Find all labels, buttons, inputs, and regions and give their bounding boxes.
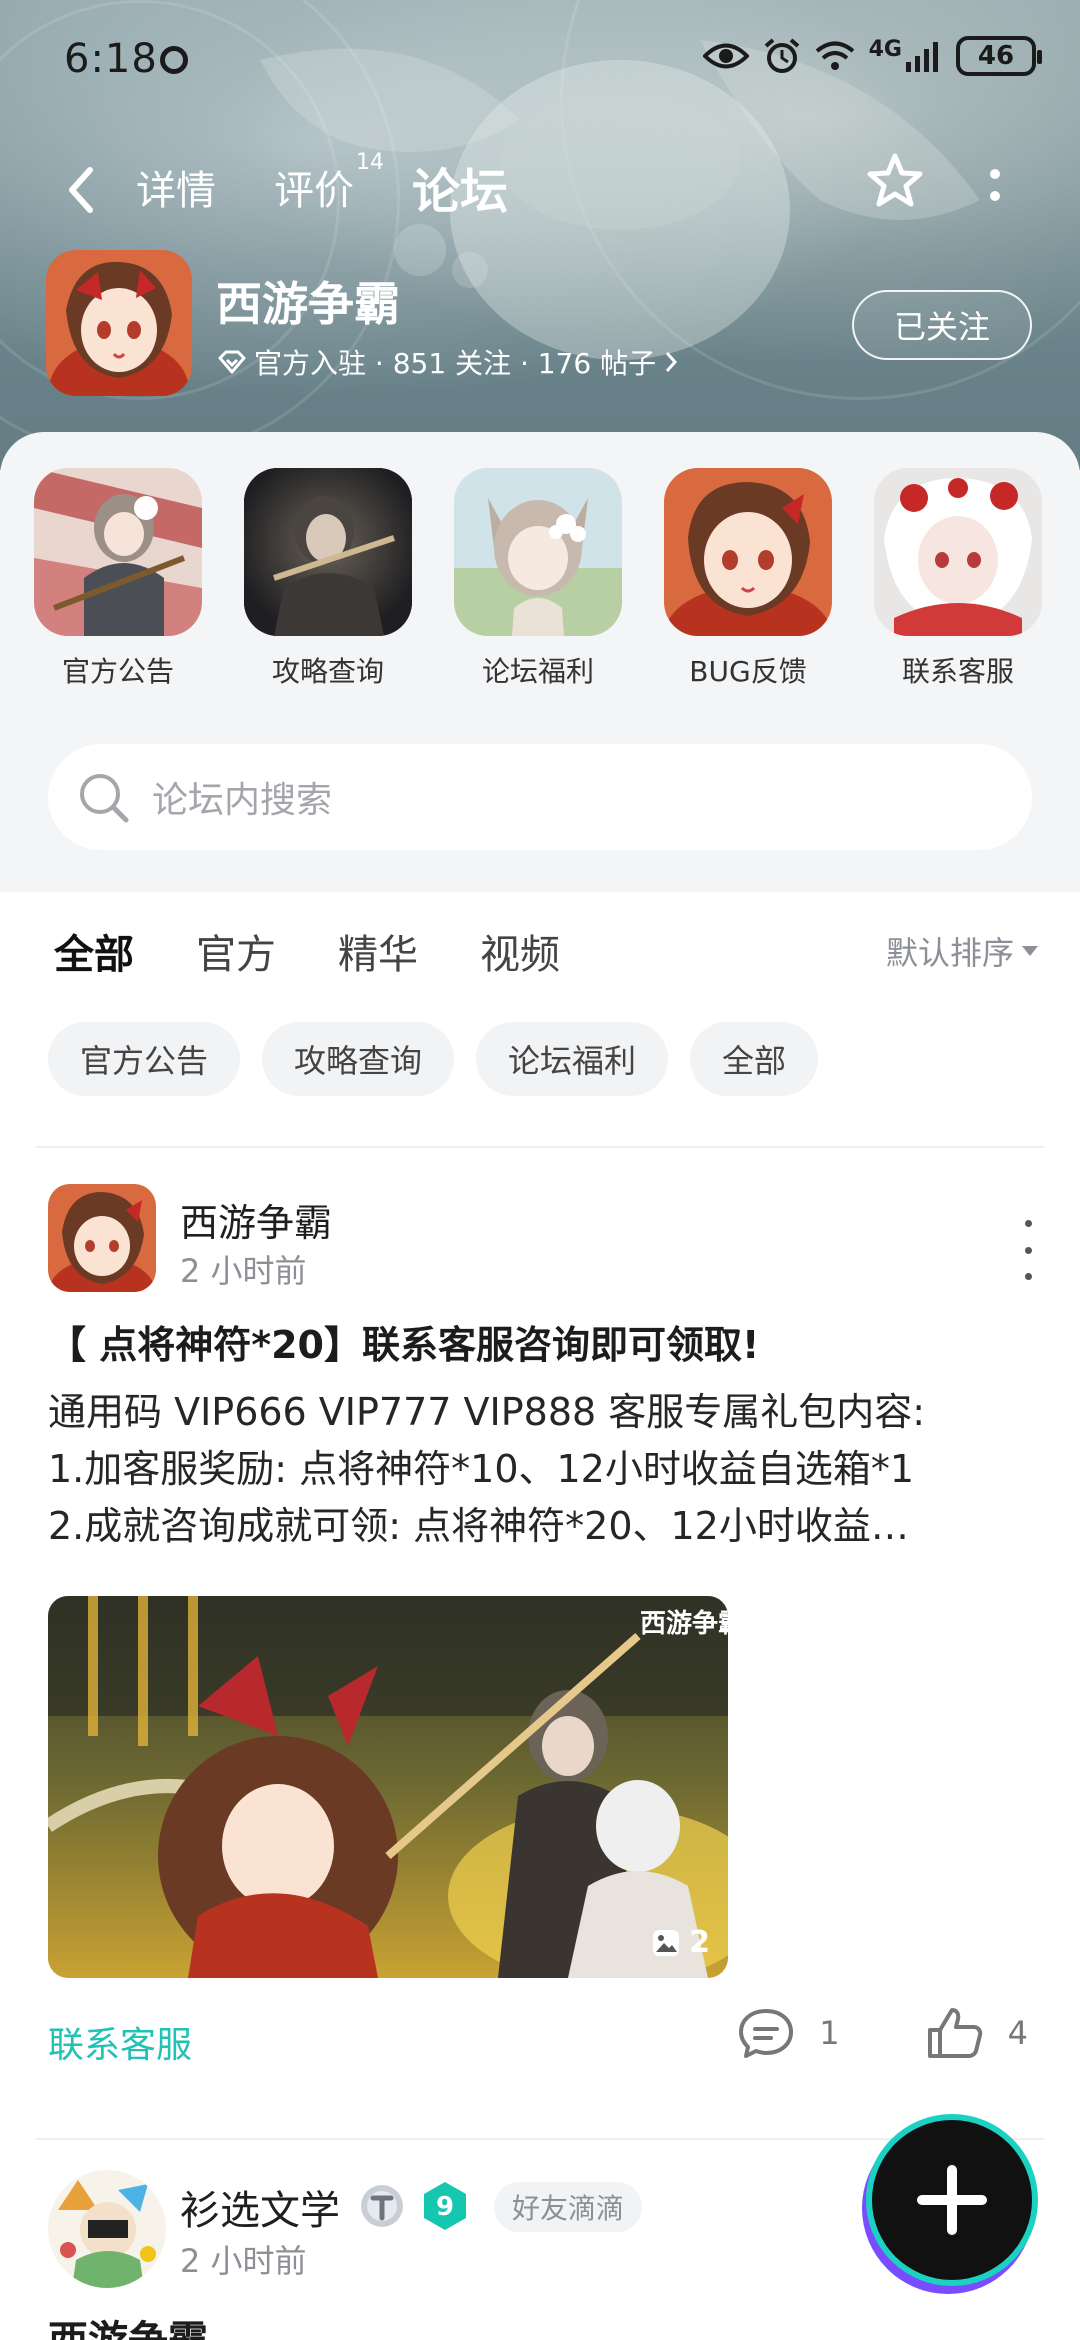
shortcut-official-notice[interactable]: 官方公告 — [34, 468, 202, 690]
plus-icon — [917, 2165, 987, 2235]
network-type: 4G — [868, 36, 902, 62]
tab-reviews-label: 评价 — [274, 168, 354, 214]
divider — [36, 2138, 1044, 2140]
shortcut-contact-support[interactable]: 联系客服 — [874, 468, 1042, 690]
feed-tabs: 全部 官方 精华 视频 — [54, 922, 560, 990]
tab-details[interactable]: 详情 — [136, 158, 216, 216]
caret-down-icon — [1022, 946, 1038, 956]
notification-dot-icon — [160, 46, 188, 74]
image-count: 2 — [689, 1925, 710, 1960]
shortcut-thumbnail — [454, 468, 622, 636]
comment-count: 1 — [819, 2014, 840, 2052]
post-title[interactable]: 西游争霸 — [48, 2308, 208, 2340]
favorite-button[interactable] — [862, 150, 928, 216]
post-actions: 1 4 — [737, 2006, 1028, 2060]
level-number: 9 — [436, 2192, 454, 2222]
chip-official-notice[interactable]: 官方公告 — [48, 1022, 241, 1096]
talent-badge-icon — [361, 2185, 403, 2227]
forum-shortcuts-panel: 官方公告 攻略查询 论坛福利 BUG反馈 联系客服 论坛内搜索 — [0, 432, 1080, 892]
shortcut-thumbnail — [34, 468, 202, 636]
feed-tab-all[interactable]: 全部 — [54, 922, 134, 990]
shortcut-label: BUG反馈 — [689, 655, 807, 688]
forum-feed: 全部 官方 精华 视频 默认排序 官方公告 攻略查询 论坛福利 全部 西游争霸 … — [0, 892, 1080, 2340]
post-author-name[interactable]: 西游争霸 — [180, 1192, 332, 1247]
shortcut-thumbnail — [244, 468, 412, 636]
image-gallery-icon — [653, 1929, 680, 1956]
level-badge-icon: 9 — [424, 2182, 466, 2230]
category-chips: 官方公告 攻略查询 论坛福利 全部 — [48, 1022, 819, 1096]
wifi-icon — [815, 41, 854, 70]
image-count-badge: 2 — [651, 1925, 710, 1960]
create-post-button[interactable] — [872, 2120, 1032, 2280]
shortcut-guide-search[interactable]: 攻略查询 — [244, 468, 412, 690]
battery-level: 46 — [977, 41, 1015, 71]
follow-button[interactable]: 已关注 — [852, 290, 1032, 360]
eye-icon — [702, 43, 749, 69]
signal-icon — [906, 42, 938, 72]
post-title[interactable]: 【 点将神符*20】联系客服咨询即可领取! — [48, 1314, 759, 1369]
shortcut-grid: 官方公告 攻略查询 论坛福利 BUG反馈 联系客服 — [34, 468, 1064, 690]
level-badge: 9 — [420, 2180, 470, 2232]
feed-tab-video[interactable]: 视频 — [480, 922, 560, 980]
top-nav: 详情 评价 14 论坛 — [0, 140, 1080, 240]
divider — [36, 1146, 1044, 1148]
back-button[interactable] — [56, 160, 106, 220]
post-body-line: 1.加客服奖励: 点将神符*10、12小时收益自选箱*1 — [48, 1447, 915, 1491]
forum-search-bar[interactable]: 论坛内搜索 — [48, 744, 1032, 850]
post-body-line: 通用码 VIP666 VIP777 VIP888 客服专属礼包内容: — [48, 1390, 926, 1434]
post-timestamp: 2 小时前 — [180, 2242, 307, 2280]
game-icon[interactable] — [46, 250, 192, 396]
thumbs-up-icon — [927, 2008, 982, 2058]
chevron-left-icon — [69, 167, 93, 213]
chip-forum-benefits[interactable]: 论坛福利 — [476, 1022, 669, 1096]
shortcut-label: 攻略查询 — [271, 655, 384, 688]
search-placeholder: 论坛内搜索 — [152, 780, 333, 821]
shortcut-forum-benefits[interactable]: 论坛福利 — [454, 468, 622, 690]
shortcut-thumbnail — [874, 468, 1042, 636]
feed-tab-featured[interactable]: 精华 — [338, 922, 418, 980]
chip-guide-search[interactable]: 攻略查询 — [262, 1022, 455, 1096]
status-time: 6:18 — [64, 36, 158, 82]
post-more-button[interactable] — [1018, 1220, 1038, 1280]
post-topic-tag[interactable]: 联系客服 — [48, 2016, 192, 2068]
post-body[interactable]: 通用码 VIP666 VIP777 VIP888 客服专属礼包内容: 1.加客服… — [48, 1384, 1048, 1555]
status-icons: 4G 46 — [702, 36, 1042, 76]
shortcut-thumbnail — [664, 468, 832, 636]
verified-diamond-icon — [218, 350, 246, 374]
like-button[interactable]: 4 — [926, 2006, 1028, 2060]
game-stats[interactable]: 官方入驻 · 851 关注 · 176 帖子 — [218, 342, 678, 382]
sort-dropdown[interactable]: 默认排序 — [886, 928, 1038, 974]
post-author-name[interactable]: 衫选文学 — [180, 2178, 340, 2236]
shortcut-label: 联系客服 — [901, 655, 1014, 688]
more-options-button[interactable] — [980, 160, 1010, 210]
friend-tag: 好友滴滴 — [494, 2182, 643, 2232]
alarm-icon — [764, 38, 799, 73]
tab-reviews[interactable]: 评价 14 — [274, 150, 384, 216]
shortcut-bug-report[interactable]: BUG反馈 — [664, 468, 832, 690]
post-timestamp: 2 小时前 — [180, 1252, 307, 1290]
post-body-line: 2.成就咨询成就可领: 点将神符*20、12小时收益… — [48, 1504, 909, 1548]
search-icon — [80, 774, 129, 823]
sort-label: 默认排序 — [885, 934, 1014, 972]
star-icon — [867, 153, 923, 207]
feed-tab-official[interactable]: 官方 — [196, 922, 276, 980]
author-avatar[interactable] — [48, 1184, 156, 1292]
chip-all[interactable]: 全部 — [690, 1022, 819, 1096]
like-count: 4 — [1007, 2014, 1028, 2052]
comment-icon — [739, 2009, 794, 2058]
chevron-right-icon — [665, 352, 678, 372]
shortcut-label: 官方公告 — [61, 655, 174, 688]
post-image[interactable]: 西游争霸 2 — [48, 1596, 728, 1978]
shortcut-label: 论坛福利 — [481, 655, 594, 688]
comment-button[interactable]: 1 — [737, 2007, 840, 2059]
game-meta-text: 官方入驻 · 851 关注 · 176 帖子 — [254, 347, 657, 380]
battery-indicator: 46 — [956, 36, 1042, 76]
image-watermark-text: 西游争霸 — [640, 1609, 728, 1638]
game-info-card: 西游争霸 官方入驻 · 851 关注 · 176 帖子 已关注 — [46, 250, 1046, 400]
author-avatar[interactable] — [48, 2170, 166, 2288]
game-title: 西游争霸 — [216, 277, 400, 331]
review-count-badge: 14 — [356, 150, 384, 175]
tab-forum[interactable]: 论坛 — [412, 152, 508, 222]
status-bar: 6:18 4G 46 — [0, 0, 1080, 120]
